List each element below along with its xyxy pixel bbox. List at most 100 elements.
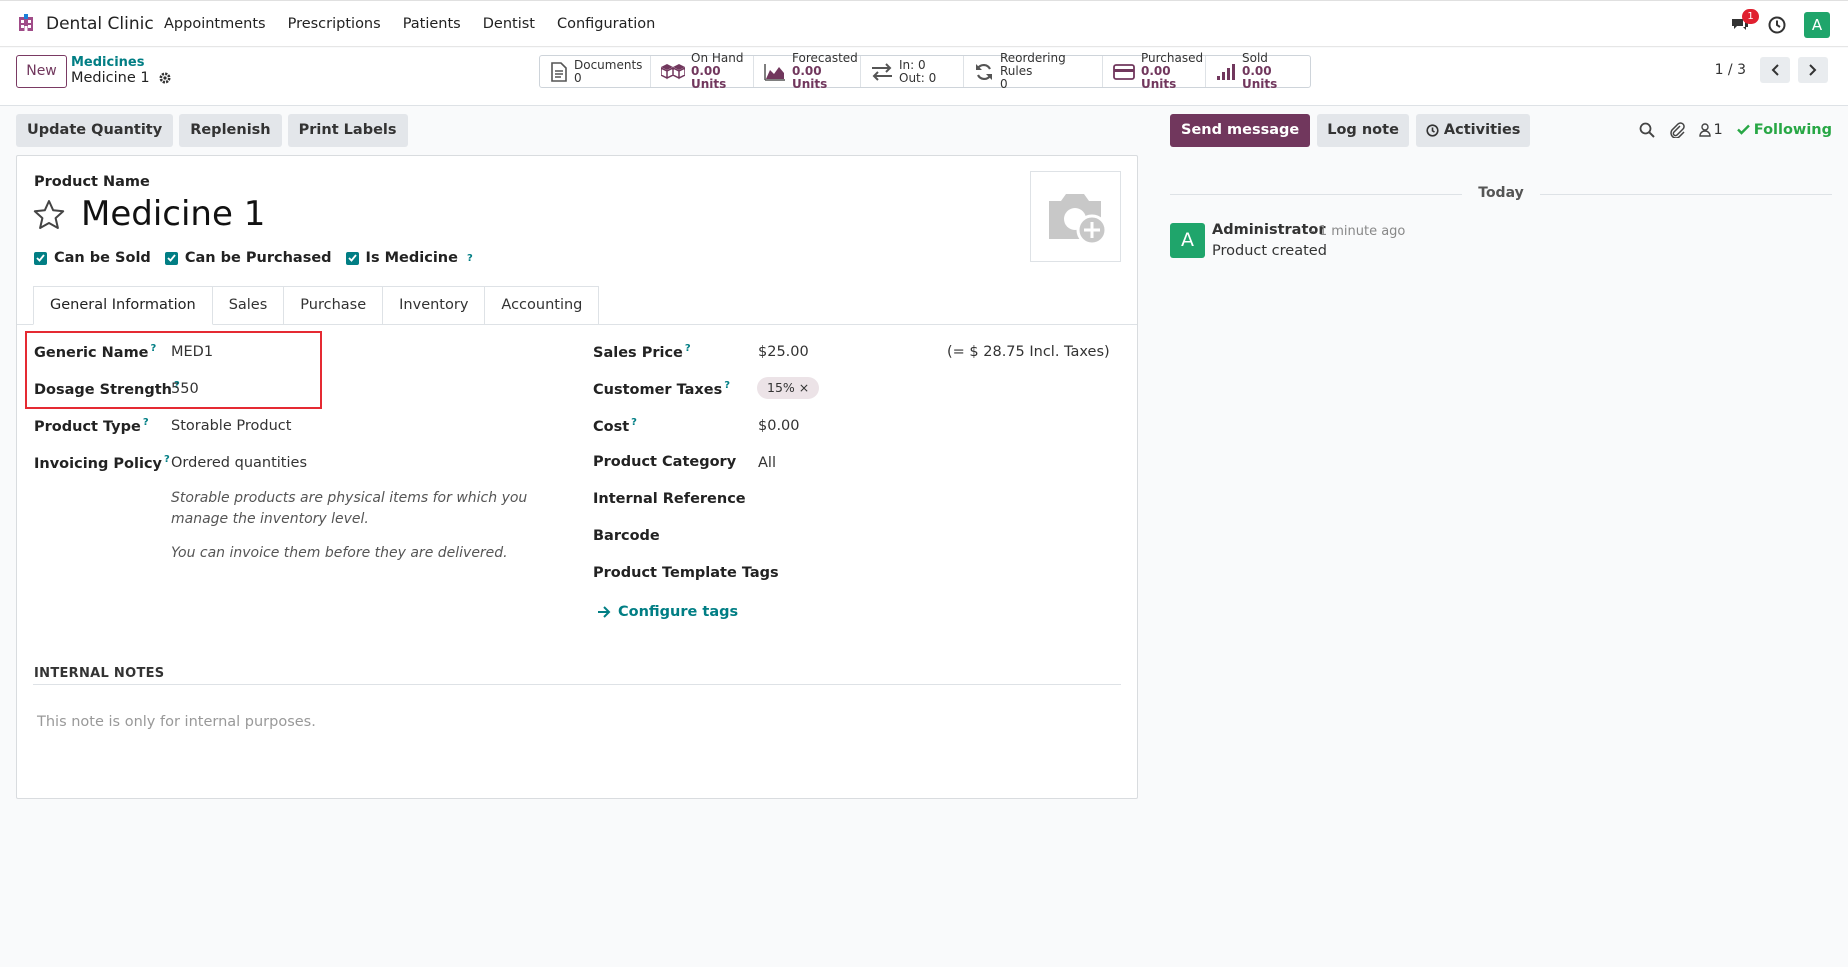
- product-name-input[interactable]: Medicine 1: [81, 194, 265, 234]
- menu-dentist[interactable]: Dentist: [483, 16, 535, 32]
- sales-price-input[interactable]: $25.00: [758, 344, 809, 360]
- sales-price-label: Sales Price?: [593, 343, 691, 361]
- out-value: Out: 0: [899, 70, 937, 85]
- product-type-label: Product Type?: [34, 417, 149, 435]
- help-tooltip-icon[interactable]: ?: [685, 343, 691, 354]
- form-action-buttons: Update Quantity Replenish Print Labels: [16, 114, 408, 147]
- purchased-smart-button[interactable]: Purchased 0.00 Units: [1103, 52, 1206, 91]
- activities-button[interactable]: Activities: [1415, 114, 1531, 147]
- tab-accounting[interactable]: Accounting: [485, 286, 600, 325]
- menu-appointments[interactable]: Appointments: [164, 16, 266, 32]
- in-out-smart-button[interactable]: In: 0 Out: 0: [861, 56, 964, 87]
- form-tabs: General Information Sales Purchase Inven…: [33, 286, 600, 325]
- help-tooltip-icon[interactable]: ?: [724, 380, 730, 391]
- tab-general-information[interactable]: General Information: [33, 286, 213, 325]
- followers-button[interactable]: 1: [1698, 122, 1723, 138]
- menu-patients[interactable]: Patients: [403, 16, 461, 32]
- paperclip-icon[interactable]: [1669, 121, 1685, 138]
- help-tooltip-icon[interactable]: ?: [467, 253, 473, 264]
- document-icon: [551, 61, 567, 82]
- help-tooltip-icon[interactable]: ?: [164, 454, 170, 465]
- messages-button[interactable]: 1: [1730, 9, 1759, 35]
- internal-notes-heading: INTERNAL NOTES: [34, 666, 165, 681]
- reordering-rules-smart-button[interactable]: Reordering Rules 0: [964, 52, 1103, 91]
- new-button[interactable]: New: [16, 55, 67, 88]
- message-author[interactable]: Administrator: [1212, 222, 1326, 238]
- cost-label: Cost?: [593, 417, 637, 435]
- can-be-sold-checkbox[interactable]: Can be Sold: [34, 250, 151, 266]
- internal-reference-label: Internal Reference: [593, 491, 746, 507]
- log-note-button[interactable]: Log note: [1317, 114, 1409, 147]
- product-flags: Can be Sold Can be Purchased Is Medicine…: [34, 250, 473, 266]
- can-be-purchased-label: Can be Purchased: [184, 250, 332, 266]
- chevron-right-icon: [1809, 64, 1817, 76]
- tab-purchase[interactable]: Purchase: [284, 286, 384, 325]
- top-navbar: Dental Clinic Appointments Prescriptions…: [0, 0, 1848, 47]
- product-type-label-text: Product Type: [34, 418, 141, 435]
- can-be-purchased-checkbox[interactable]: Can be Purchased: [164, 250, 332, 266]
- date-separator: Today: [1170, 184, 1832, 204]
- on-hand-smart-button[interactable]: On Hand 0.00 Units: [651, 52, 754, 91]
- generic-name-input[interactable]: MED1: [171, 344, 213, 360]
- configure-tags-label: Configure tags: [618, 604, 739, 620]
- documents-smart-button[interactable]: Documents 0: [540, 56, 651, 87]
- help-tooltip-icon[interactable]: ?: [151, 343, 157, 354]
- message-avatar[interactable]: A: [1170, 223, 1205, 258]
- reordering-label: Reordering Rules: [1000, 51, 1066, 78]
- product-type-help-text: Storable products are physical items for…: [171, 490, 528, 527]
- internal-notes-input[interactable]: This note is only for internal purposes.: [37, 714, 316, 730]
- is-medicine-checkbox[interactable]: Is Medicine?: [345, 250, 473, 266]
- product-image-field[interactable]: [1030, 171, 1121, 262]
- menu-configuration[interactable]: Configuration: [557, 16, 655, 32]
- credit-card-icon: [1113, 63, 1135, 80]
- menu-prescriptions[interactable]: Prescriptions: [288, 16, 381, 32]
- tab-inventory[interactable]: Inventory: [383, 286, 486, 325]
- help-tooltip-icon[interactable]: ?: [143, 417, 149, 428]
- cost-input[interactable]: $0.00: [758, 418, 800, 434]
- camera-add-icon: [1048, 193, 1107, 245]
- activities-label: Activities: [1443, 122, 1521, 138]
- gear-icon[interactable]: [158, 71, 172, 85]
- app-logo-icon[interactable]: [17, 14, 35, 32]
- control-panel: New Medicines Medicine 1 Documents 0 On H…: [0, 48, 1848, 106]
- separator-line-right: [1540, 194, 1832, 195]
- star-icon[interactable]: [32, 198, 66, 232]
- barcode-input[interactable]: [758, 528, 1098, 548]
- clock-icon[interactable]: [1768, 16, 1786, 34]
- main-menu: Appointments Prescriptions Patients Dent…: [164, 16, 655, 32]
- pager-next-button[interactable]: [1798, 57, 1828, 83]
- barcode-label: Barcode: [593, 528, 660, 544]
- chatter-tools: 1 Following: [1639, 121, 1832, 138]
- breadcrumb-parent[interactable]: Medicines: [71, 55, 145, 70]
- replenish-button[interactable]: Replenish: [179, 114, 282, 147]
- product-category-select[interactable]: All: [758, 455, 776, 471]
- search-icon[interactable]: [1639, 122, 1655, 138]
- sold-smart-button[interactable]: Sold 0.00 Units: [1206, 52, 1310, 91]
- product-name-label: Product Name: [34, 174, 150, 190]
- pager-value[interactable]: 1 / 3: [1715, 62, 1746, 78]
- app-brand[interactable]: Dental Clinic: [46, 14, 154, 34]
- tax-tag[interactable]: 15% ×: [757, 377, 820, 399]
- help-tooltip-icon[interactable]: ?: [631, 417, 637, 428]
- invoicing-policy-select[interactable]: Ordered quantities: [171, 455, 307, 471]
- dosage-strength-input[interactable]: 550: [171, 381, 199, 397]
- customer-taxes-label-text: Customer Taxes: [593, 381, 723, 398]
- following-button[interactable]: Following: [1736, 122, 1832, 138]
- generic-name-label: Generic Name?: [34, 343, 156, 361]
- pager-previous-button[interactable]: [1760, 57, 1790, 83]
- print-labels-button[interactable]: Print Labels: [287, 114, 408, 147]
- internal-reference-input[interactable]: [758, 491, 1098, 511]
- signal-bars-icon: [1217, 63, 1235, 80]
- product-tags-label: Product Template Tags: [593, 565, 779, 581]
- systray: 1 A: [1730, 9, 1830, 38]
- update-quantity-button[interactable]: Update Quantity: [16, 114, 174, 147]
- message-body: Product created: [1212, 243, 1327, 259]
- forecasted-smart-button[interactable]: Forecasted 0.00 Units: [754, 52, 861, 91]
- product-type-select[interactable]: Storable Product: [171, 418, 291, 434]
- user-avatar[interactable]: A: [1804, 12, 1830, 38]
- exchange-icon: [872, 62, 892, 81]
- tab-sales[interactable]: Sales: [212, 286, 285, 325]
- send-message-button[interactable]: Send message: [1170, 114, 1311, 147]
- cubes-icon: [661, 63, 685, 79]
- configure-tags-link[interactable]: Configure tags: [597, 604, 738, 620]
